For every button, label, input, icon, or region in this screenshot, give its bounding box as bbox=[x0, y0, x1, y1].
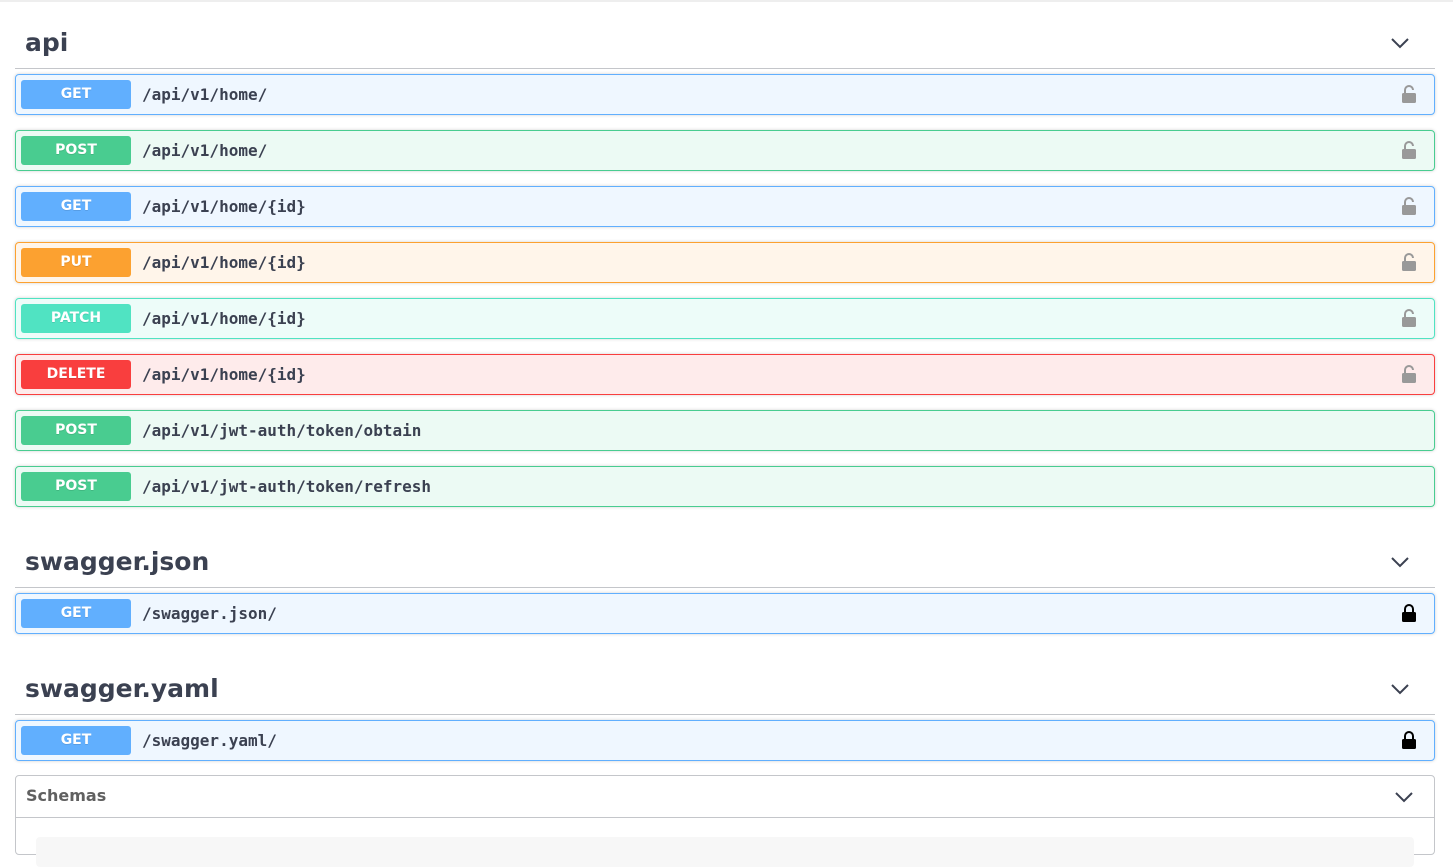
operation-path: /swagger.json/ bbox=[142, 604, 277, 623]
operation-path: /api/v1/home/ bbox=[142, 85, 268, 104]
schemas-header[interactable]: Schemas bbox=[16, 776, 1434, 818]
chevron-down-icon[interactable] bbox=[1394, 790, 1414, 804]
tag-title: swagger.yaml bbox=[25, 674, 219, 703]
operation-get-home-id[interactable]: GET /api/v1/home/{id} bbox=[15, 186, 1435, 227]
operation-put-home-id[interactable]: PUT /api/v1/home/{id} bbox=[15, 242, 1435, 283]
unlocked-icon[interactable] bbox=[1401, 364, 1417, 384]
operation-get-swagger-yaml[interactable]: GET /swagger.yaml/ bbox=[15, 720, 1435, 761]
schema-model-container bbox=[36, 837, 1414, 867]
tag-title: api bbox=[25, 28, 69, 57]
tag-header-swagger-yaml[interactable]: swagger.yaml bbox=[15, 649, 1435, 715]
schemas-title: Schemas bbox=[26, 786, 107, 805]
operation-path: /swagger.yaml/ bbox=[142, 731, 277, 750]
operation-path: /api/v1/jwt-auth/token/obtain bbox=[142, 421, 422, 440]
method-badge: GET bbox=[21, 80, 131, 109]
operation-post-home[interactable]: POST /api/v1/home/ bbox=[15, 130, 1435, 171]
locked-icon[interactable] bbox=[1401, 730, 1417, 750]
method-badge: POST bbox=[21, 136, 131, 165]
chevron-down-icon[interactable] bbox=[1390, 682, 1410, 696]
operation-get-home[interactable]: GET /api/v1/home/ bbox=[15, 74, 1435, 115]
operation-path: /api/v1/home/{id} bbox=[142, 253, 306, 272]
operation-path: /api/v1/home/{id} bbox=[142, 309, 306, 328]
tag-header-api[interactable]: api bbox=[15, 0, 1435, 69]
method-badge: GET bbox=[21, 599, 131, 628]
operation-post-token-obtain[interactable]: POST /api/v1/jwt-auth/token/obtain bbox=[15, 410, 1435, 451]
operation-get-swagger-json[interactable]: GET /swagger.json/ bbox=[15, 593, 1435, 634]
operations-container: api GET /api/v1/home/ POST /api/v1/home/… bbox=[15, 0, 1435, 776]
chevron-down-icon[interactable] bbox=[1390, 36, 1410, 50]
operation-path: /api/v1/home/{id} bbox=[142, 197, 306, 216]
method-badge: GET bbox=[21, 726, 131, 755]
tag-section-swagger-yaml: swagger.yaml GET /swagger.yaml/ bbox=[15, 649, 1435, 761]
method-badge: GET bbox=[21, 192, 131, 221]
unlocked-icon[interactable] bbox=[1401, 84, 1417, 104]
method-badge: POST bbox=[21, 416, 131, 445]
operation-post-token-refresh[interactable]: POST /api/v1/jwt-auth/token/refresh bbox=[15, 466, 1435, 507]
unlocked-icon[interactable] bbox=[1401, 308, 1417, 328]
operation-path: /api/v1/home/{id} bbox=[142, 365, 306, 384]
operation-delete-home-id[interactable]: DELETE /api/v1/home/{id} bbox=[15, 354, 1435, 395]
method-badge: PATCH bbox=[21, 304, 131, 333]
operation-path: /api/v1/home/ bbox=[142, 141, 268, 160]
unlocked-icon[interactable] bbox=[1401, 140, 1417, 160]
unlocked-icon[interactable] bbox=[1401, 196, 1417, 216]
method-badge: POST bbox=[21, 472, 131, 501]
method-badge: DELETE bbox=[21, 360, 131, 389]
locked-icon[interactable] bbox=[1401, 603, 1417, 623]
chevron-down-icon[interactable] bbox=[1390, 555, 1410, 569]
tag-title: swagger.json bbox=[25, 547, 210, 576]
tag-section-swagger-json: swagger.json GET /swagger.json/ bbox=[15, 522, 1435, 634]
schemas-section: Schemas bbox=[15, 775, 1435, 867]
operation-path: /api/v1/jwt-auth/token/refresh bbox=[142, 477, 431, 496]
unlocked-icon[interactable] bbox=[1401, 252, 1417, 272]
tag-header-swagger-json[interactable]: swagger.json bbox=[15, 522, 1435, 588]
tag-section-api: api GET /api/v1/home/ POST /api/v1/home/… bbox=[15, 0, 1435, 507]
method-badge: PUT bbox=[21, 248, 131, 277]
operation-patch-home-id[interactable]: PATCH /api/v1/home/{id} bbox=[15, 298, 1435, 339]
